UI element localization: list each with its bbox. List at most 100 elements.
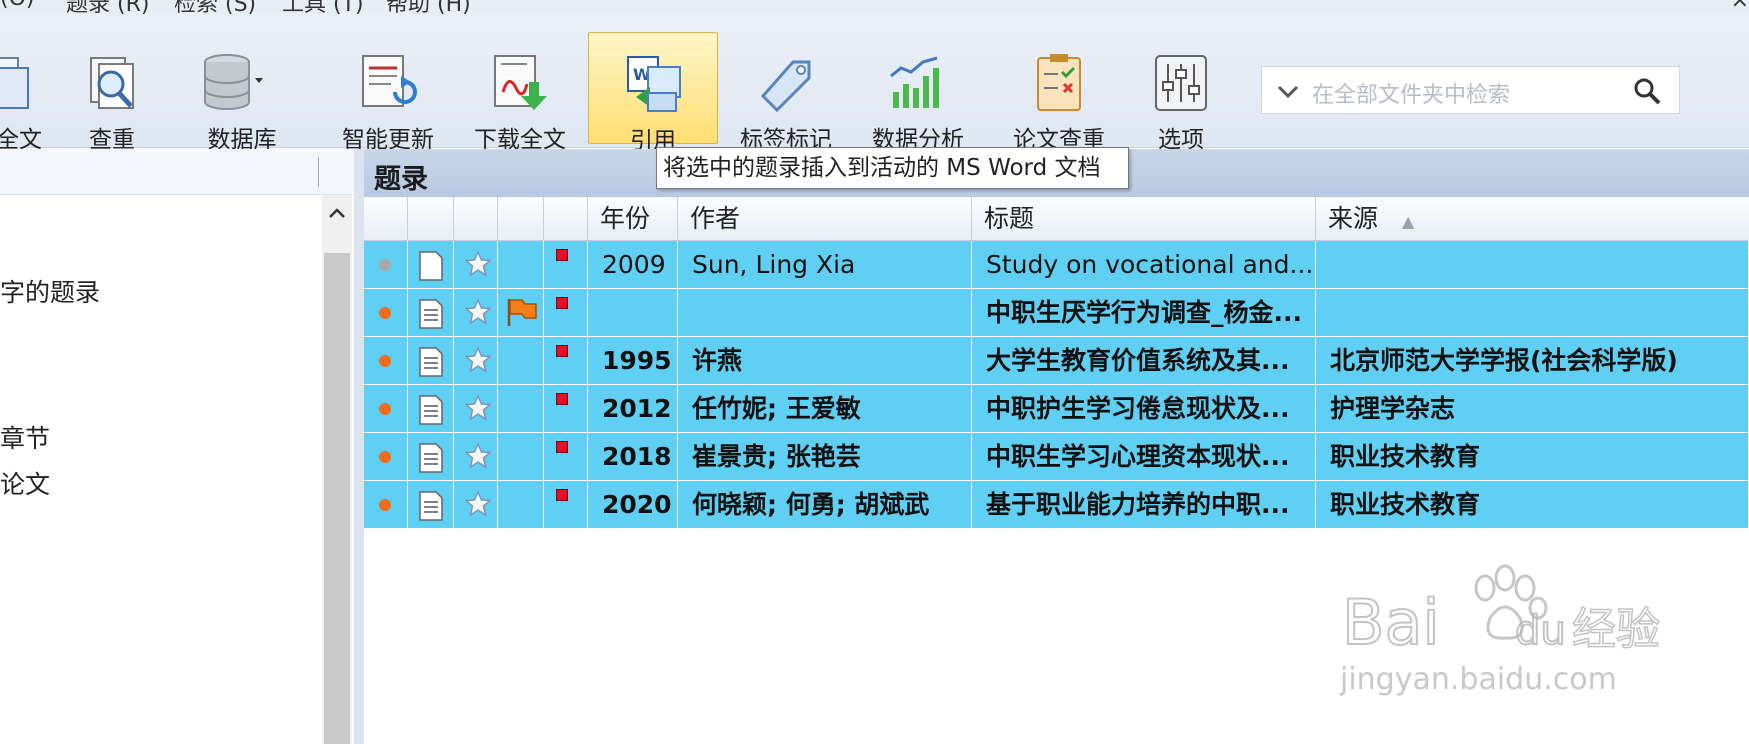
menu-item-search[interactable]: 检索 (S) (174, 0, 256, 14)
document-icon[interactable] (419, 443, 443, 473)
left-item-records[interactable]: 字的题录 (0, 273, 100, 309)
star-cell[interactable] (454, 337, 498, 385)
menu-item-tools[interactable]: 工具 (T) (282, 0, 364, 14)
red-mark-icon[interactable] (556, 297, 568, 309)
document-icon[interactable] (419, 299, 443, 329)
table-row[interactable]: 2012 任竹妮; 王爱敏 中职护生学习倦怠现状及... 护理学杂志 (364, 385, 1749, 433)
attachment-cell[interactable] (408, 385, 454, 433)
red-mark-icon[interactable] (556, 393, 568, 405)
menu-item-records[interactable]: 题录 (R) (66, 0, 149, 14)
col-header-year[interactable]: 年份 (588, 197, 678, 241)
flag-cell[interactable] (498, 385, 544, 433)
table-row[interactable]: 2018 崔景贵; 张艳芸 中职生学习心理资本现状... 职业技术教育 (364, 433, 1749, 481)
flag-cell[interactable] (498, 433, 544, 481)
col-header-mark[interactable] (544, 197, 588, 241)
star-cell[interactable] (454, 481, 498, 529)
mark-cell[interactable] (544, 385, 588, 433)
table-row[interactable]: 1995 许燕 大学生教育价值系统及其... 北京师范大学学报(社会科学版) (364, 337, 1749, 385)
star-cell[interactable] (454, 433, 498, 481)
mark-cell[interactable] (544, 241, 588, 289)
tag-button[interactable]: 标签标记 (734, 32, 838, 153)
menu-item-help[interactable]: 帮助 (H) (386, 0, 471, 14)
menu-item-options[interactable]: (O) (0, 0, 34, 11)
cell-year: 2009 (588, 241, 678, 289)
red-mark-icon[interactable] (556, 441, 568, 453)
col-header-read[interactable] (364, 197, 408, 241)
mark-cell[interactable] (544, 289, 588, 337)
attachment-cell[interactable] (408, 289, 454, 337)
col-header-star[interactable] (454, 197, 498, 241)
document-icon[interactable] (419, 347, 443, 377)
flag-cell[interactable] (498, 241, 544, 289)
document-icon[interactable] (419, 491, 443, 521)
flag-cell[interactable] (498, 481, 544, 529)
read-status-cell[interactable] (364, 241, 408, 289)
document-icon[interactable] (419, 395, 443, 425)
read-status-dot-icon[interactable] (379, 355, 391, 367)
flag-cell[interactable] (498, 289, 544, 337)
star-icon[interactable] (465, 299, 491, 325)
read-status-cell[interactable] (364, 481, 408, 529)
red-mark-icon[interactable] (556, 249, 568, 261)
attachment-cell[interactable] (408, 337, 454, 385)
read-status-dot-icon[interactable] (379, 499, 391, 511)
star-cell[interactable] (454, 289, 498, 337)
panel-splitter[interactable] (354, 149, 364, 744)
col-header-attachment[interactable] (408, 197, 454, 241)
search-icon[interactable] (1633, 77, 1661, 105)
left-scrollbar[interactable] (322, 195, 352, 744)
chevron-down-icon[interactable] (1276, 79, 1300, 103)
star-icon[interactable] (465, 251, 491, 277)
data-analysis-button[interactable]: 数据分析 (866, 32, 970, 153)
flag-cell[interactable] (498, 337, 544, 385)
star-cell[interactable] (454, 385, 498, 433)
table-row[interactable]: 中职生厌学行为调查_杨金... (364, 289, 1749, 337)
smart-update-button[interactable]: 智能更新 (336, 32, 440, 153)
col-header-flag[interactable] (498, 197, 544, 241)
attachment-cell[interactable] (408, 481, 454, 529)
scrollbar-thumb[interactable] (324, 253, 350, 744)
left-panel: 字的题录 章节 论文 (0, 149, 354, 744)
star-icon[interactable] (465, 443, 491, 469)
read-status-dot-icon[interactable] (379, 307, 391, 319)
flag-icon[interactable] (506, 297, 538, 327)
database-button[interactable]: 数据库 (192, 32, 292, 153)
read-status-dot-icon[interactable] (379, 403, 391, 415)
search-input[interactable]: 在全部文件夹中检索 (1312, 77, 1510, 109)
search-box[interactable]: 在全部文件夹中检索 (1261, 66, 1680, 114)
star-icon[interactable] (465, 395, 491, 421)
read-status-cell[interactable] (364, 337, 408, 385)
red-mark-icon[interactable] (556, 489, 568, 501)
read-status-cell[interactable] (364, 433, 408, 481)
cite-button[interactable]: W 引用 (588, 32, 718, 154)
col-header-source[interactable]: 来源 ▲ (1316, 197, 1749, 241)
paper-check-button[interactable]: 论文查重 (996, 32, 1122, 153)
options-button[interactable]: 选项 (1148, 32, 1214, 153)
mark-cell[interactable] (544, 481, 588, 529)
read-status-dot-icon[interactable] (379, 259, 391, 271)
download-fulltext-button[interactable]: 下载全文 (468, 32, 572, 153)
star-icon[interactable] (465, 491, 491, 517)
mark-cell[interactable] (544, 337, 588, 385)
scroll-up-icon[interactable] (328, 207, 346, 219)
fulltext-button[interactable]: 全文 (0, 32, 50, 153)
star-icon[interactable] (465, 347, 491, 373)
read-status-dot-icon[interactable] (379, 451, 391, 463)
duplicate-check-button[interactable]: 查重 (80, 32, 144, 153)
close-icon[interactable]: × (1731, 0, 1749, 13)
left-item-thesis[interactable]: 论文 (0, 465, 50, 501)
col-header-title[interactable]: 标题 (972, 197, 1316, 241)
star-cell[interactable] (454, 241, 498, 289)
attachment-cell[interactable] (408, 241, 454, 289)
table-row[interactable]: 2020 何晓颖; 何勇; 胡斌武 基于职业能力培养的中职... 职业技术教育 (364, 481, 1749, 529)
left-item-chapter[interactable]: 章节 (0, 419, 50, 455)
table-row[interactable]: 2009 Sun, Ling Xia Study on vocational and… (364, 241, 1749, 289)
read-status-cell[interactable] (364, 289, 408, 337)
read-status-cell[interactable] (364, 385, 408, 433)
red-mark-icon[interactable] (556, 345, 568, 357)
blank-document-icon[interactable] (419, 251, 443, 281)
mark-cell[interactable] (544, 433, 588, 481)
database-icon (204, 54, 263, 110)
col-header-author[interactable]: 作者 (678, 197, 972, 241)
attachment-cell[interactable] (408, 433, 454, 481)
